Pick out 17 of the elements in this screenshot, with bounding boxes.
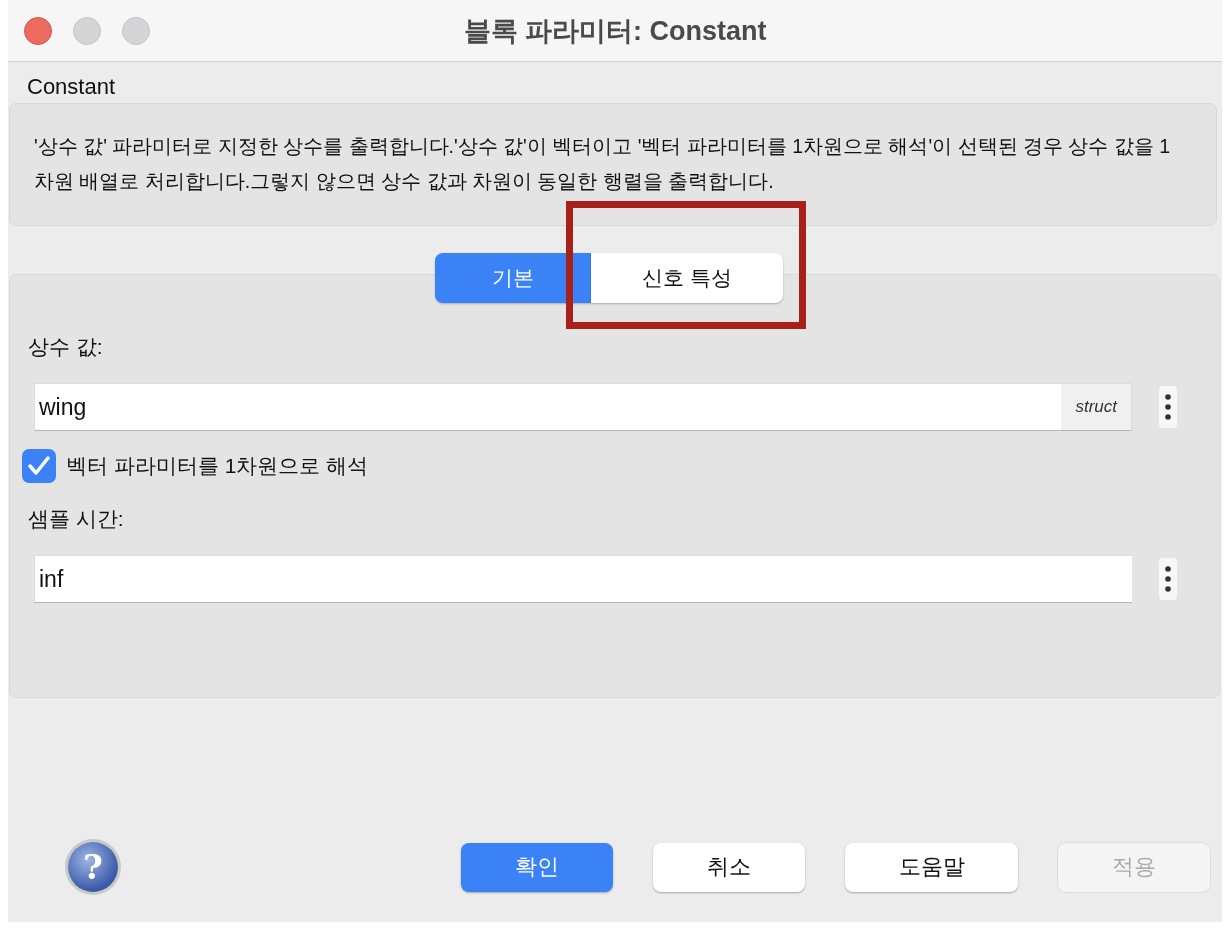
more-options-icon[interactable] xyxy=(1158,557,1178,601)
close-button[interactable] xyxy=(24,16,52,45)
block-name: Constant xyxy=(27,74,116,100)
input-field[interactable]: inf xyxy=(34,555,1132,603)
tab[interactable]: 기본 xyxy=(435,253,591,303)
field-label: 샘플 시간: xyxy=(28,506,125,532)
description-text: '상수 값' 파라미터로 지정한 상수를 출력합니다.'상수 값'이 벡터이고 '벡터 파라미터를 1차원으로 해석'이 선택된 경우 상수 값을 1차원 배열로 처리합니다.그렇지 않으면 상수 값과 차원이 동일한 행렬을 출력합니다. xyxy=(9,103,1217,226)
help-text-button[interactable]: 도움말 xyxy=(845,842,1018,892)
checkbox[interactable] xyxy=(22,449,56,483)
window-title: 블록 파라미터: Constant xyxy=(463,14,767,48)
field-label: 상수 값: xyxy=(28,334,104,360)
cancel-button[interactable]: 취소 xyxy=(653,842,805,892)
tab[interactable]: 신호 특성 xyxy=(591,253,783,303)
checkbox-label: 벡터 파라미터를 1차원으로 해석 xyxy=(66,453,369,479)
checkmark-icon xyxy=(28,456,50,476)
more-options-icon[interactable] xyxy=(1158,385,1178,429)
ok-button[interactable]: 확인 xyxy=(461,842,613,892)
